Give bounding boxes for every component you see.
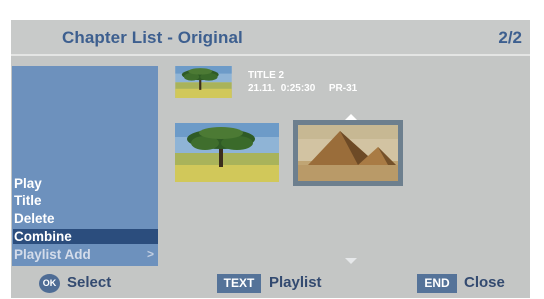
menu-item-label: Title [14,193,42,208]
menu-item-label: Playlist Add [14,247,91,262]
title-program: PR-31 [328,83,358,94]
close-label: Close [464,274,505,291]
menu-item-label: Delete [14,211,55,226]
option-menu: Play Title Delete Combine Playlist Add > [12,66,158,266]
menu-item-playlist-add[interactable]: Playlist Add > [13,247,158,262]
title-name: TITLE 2 [248,70,285,81]
menu-item-delete[interactable]: Delete [13,211,158,226]
page-title: Chapter List - Original [62,28,243,47]
panel-header: Chapter List - Original 2/2 [11,20,530,56]
text-key-icon[interactable]: TEXT [217,274,261,293]
chapter-thumbnail-selected[interactable] [293,120,403,186]
end-key-icon[interactable]: END [417,274,457,293]
menu-item-combine[interactable]: Combine [13,229,158,244]
down-arrow-icon[interactable] [345,258,357,264]
playlist-label: Playlist [269,274,322,291]
chapter-list-panel: Chapter List - Original 2/2 Play Title D… [11,20,530,298]
menu-item-play[interactable]: Play [13,176,158,191]
submenu-arrow-icon: > [146,247,154,261]
title-date-time: 21.11. 0:25:30 [248,83,316,94]
title-meta: 21.11. 0:25:30 PR-31 [248,82,357,95]
ok-key-icon[interactable]: OK [39,274,60,293]
menu-item-label: Combine [14,229,72,244]
title-thumbnail [175,66,232,98]
menu-item-title[interactable]: Title [13,193,158,208]
dvd-osd-screen: Chapter List - Original 2/2 Play Title D… [0,0,544,299]
menu-item-label: Play [14,176,42,191]
chapter-thumbnail[interactable] [175,123,279,182]
title-info: TITLE 2 21.11. 0:25:30 PR-31 [248,69,357,95]
chapter-thumbnail-image [298,125,398,181]
ok-select-label: Select [67,274,112,291]
page-indicator: 2/2 [498,28,522,47]
footer-bar: OK Select TEXT Playlist END Close [11,270,530,298]
